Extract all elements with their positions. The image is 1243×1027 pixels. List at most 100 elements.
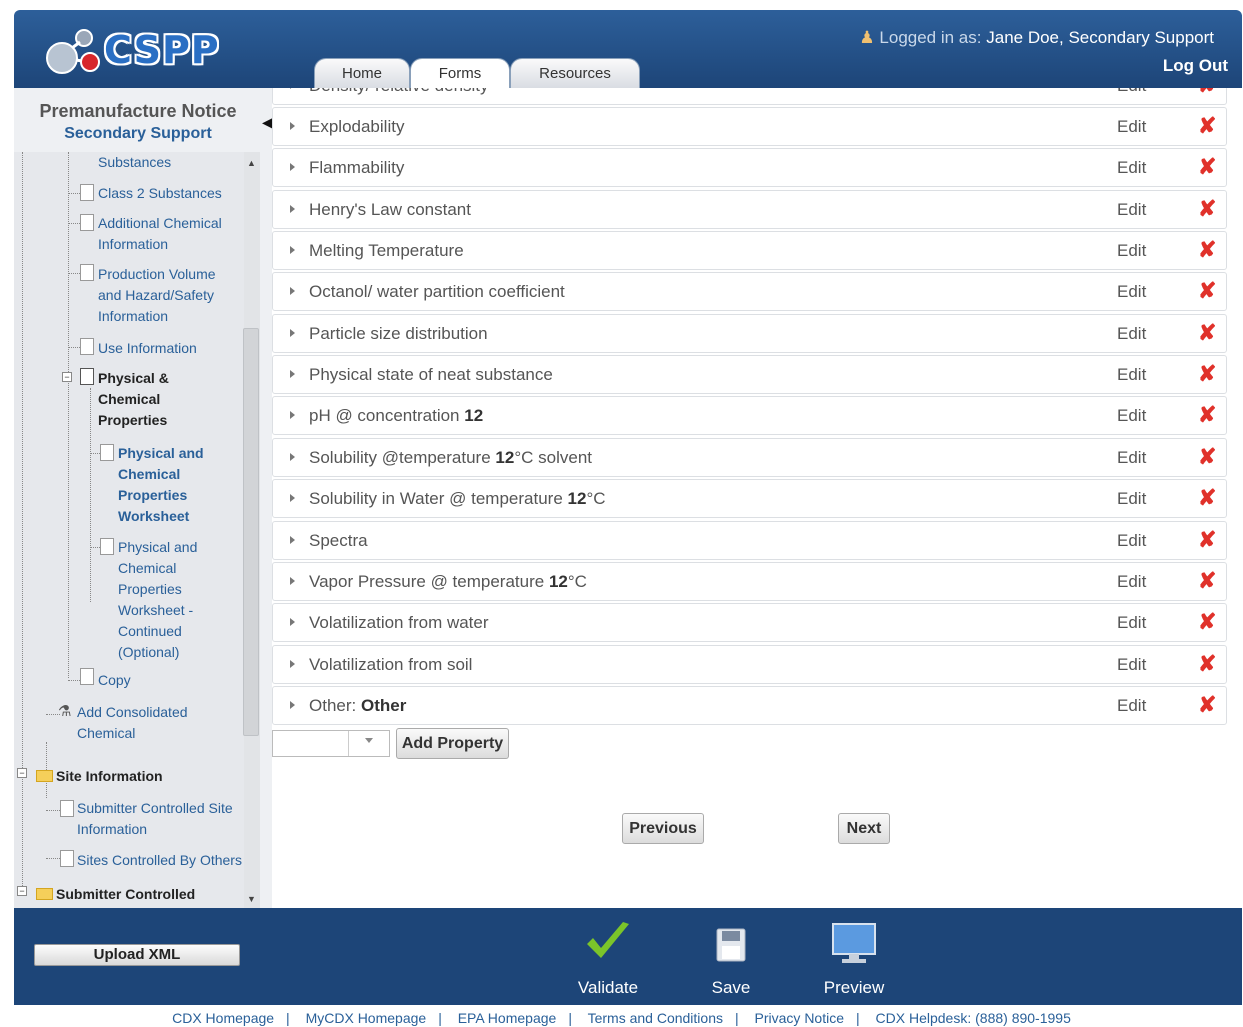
expand-icon[interactable] [290,246,295,254]
edit-link[interactable]: Edit [1117,241,1146,261]
tab-home[interactable]: Home [314,58,410,88]
link-privacy[interactable]: Privacy Notice [755,1010,844,1026]
link-terms[interactable]: Terms and Conditions [588,1010,723,1026]
previous-button[interactable]: Previous [622,813,704,844]
expand-icon[interactable] [290,163,295,171]
link-epa-homepage[interactable]: EPA Homepage [458,1010,557,1026]
property-row[interactable]: Octanol/ water partition coefficient Edit… [272,272,1227,311]
delete-icon[interactable]: ✘ [1198,363,1216,385]
expand-icon[interactable] [290,453,295,461]
property-row[interactable]: Volatilization from soil Edit ✘ [272,645,1227,684]
link-cdx-homepage[interactable]: CDX Homepage [172,1010,274,1026]
delete-icon[interactable]: ✘ [1198,322,1216,344]
tree-item-class2[interactable]: Class 2 Substances [98,183,222,204]
collapse-node-icon[interactable]: − [17,768,27,778]
tree-item-submitter-controlled[interactable]: Submitter Controlled [56,884,195,905]
expand-icon[interactable] [290,122,295,130]
preview-button[interactable]: Preview [809,914,899,1002]
tree-item-physical-chemical[interactable]: Physical & Chemical Properties [98,368,169,431]
edit-link[interactable]: Edit [1117,324,1146,344]
delete-icon[interactable]: ✘ [1198,653,1216,675]
delete-icon[interactable]: ✘ [1198,280,1216,302]
property-type-select[interactable] [272,730,390,757]
edit-link[interactable]: Edit [1117,613,1146,633]
cspp-logo[interactable]: CSPP [32,20,232,80]
edit-link[interactable]: Edit [1117,572,1146,592]
delete-icon[interactable]: ✘ [1198,446,1216,468]
tree-item-sites-controlled-by-others[interactable]: Sites Controlled By Others [77,850,242,871]
tree-item-site-information[interactable]: Site Information [56,766,163,787]
tree-item-additional-chemical[interactable]: Additional Chemical Information [98,213,222,255]
delete-icon[interactable]: ✘ [1198,404,1216,426]
property-row[interactable]: Flammability Edit ✘ [272,148,1227,187]
expand-icon[interactable] [290,411,295,419]
property-row[interactable]: Volatilization from water Edit ✘ [272,603,1227,642]
validate-button[interactable]: Validate [563,914,653,1002]
upload-xml-button[interactable]: Upload XML [34,944,240,966]
property-row[interactable]: Particle size distribution Edit ✘ [272,314,1227,353]
edit-link[interactable]: Edit [1117,489,1146,509]
link-helpdesk[interactable]: CDX Helpdesk: (888) 890-1995 [876,1010,1071,1026]
property-row[interactable]: Other: Other Edit ✘ [272,686,1227,725]
property-row[interactable]: pH @ concentration 12 Edit ✘ [272,396,1227,435]
expand-icon[interactable] [290,370,295,378]
delete-icon[interactable]: ✘ [1198,239,1216,261]
save-button[interactable]: Save [686,914,776,1002]
edit-link[interactable]: Edit [1117,88,1146,96]
collapse-node-icon[interactable]: − [62,372,72,382]
expand-icon[interactable] [290,536,295,544]
edit-link[interactable]: Edit [1117,655,1146,675]
edit-link[interactable]: Edit [1117,158,1146,178]
collapse-node-icon[interactable]: − [17,886,27,896]
edit-link[interactable]: Edit [1117,200,1146,220]
edit-link[interactable]: Edit [1117,531,1146,551]
expand-icon[interactable] [290,287,295,295]
edit-link[interactable]: Edit [1117,365,1146,385]
property-row[interactable]: Solubility @temperature 12°C solvent Edit… [272,438,1227,477]
delete-icon[interactable]: ✘ [1198,570,1216,592]
edit-link[interactable]: Edit [1117,448,1146,468]
tree-item-use-information[interactable]: Use Information [98,338,197,359]
tree-item-substances[interactable]: Substances [98,152,171,173]
delete-icon[interactable]: ✘ [1198,529,1216,551]
property-row-partial[interactable]: Density/ relative density Edit ✘ [272,88,1227,105]
property-row[interactable]: Vapor Pressure @ temperature 12°C Edit ✘ [272,562,1227,601]
tab-forms[interactable]: Forms [410,58,510,88]
expand-icon[interactable] [290,329,295,337]
expand-icon[interactable] [290,577,295,585]
logout-link[interactable]: Log Out [1163,56,1228,76]
scroll-up-icon[interactable]: ▲ [247,158,256,168]
scroll-down-icon[interactable]: ▼ [247,894,256,904]
tree-item-worksheet-continued[interactable]: Physical and Chemical Properties Worksheet … [118,537,197,663]
expand-icon[interactable] [290,660,295,668]
tree-item-production-volume[interactable]: Production Volume and Hazard/Safety Inform… [98,264,216,327]
expand-icon[interactable] [290,205,295,213]
next-button[interactable]: Next [838,813,890,844]
delete-icon[interactable]: ✘ [1198,694,1216,716]
property-row[interactable]: Henry's Law constant Edit ✘ [272,190,1227,229]
delete-icon[interactable]: ✘ [1198,198,1216,220]
delete-icon[interactable]: ✘ [1198,88,1216,96]
edit-link[interactable]: Edit [1117,696,1146,716]
expand-icon[interactable] [290,618,295,626]
tree-item-add-consolidated[interactable]: Add Consolidated Chemical [77,702,188,744]
property-row[interactable]: Solubility in Water @ temperature 12°C Ed… [272,479,1227,518]
chevron-down-icon[interactable] [365,738,373,743]
property-row[interactable]: Spectra Edit ✘ [272,521,1227,560]
add-property-button[interactable]: Add Property [396,728,509,759]
tree-item-copy[interactable]: Copy [98,670,131,691]
delete-icon[interactable]: ✘ [1198,611,1216,633]
tree-item-worksheet[interactable]: Physical and Chemical Properties Worksheet [118,443,204,527]
tab-resources[interactable]: Resources [510,58,640,88]
expand-icon[interactable] [290,701,295,709]
delete-icon[interactable]: ✘ [1198,156,1216,178]
property-row[interactable]: Physical state of neat substance Edit ✘ [272,355,1227,394]
tree-scrollbar-thumb[interactable] [243,328,259,736]
edit-link[interactable]: Edit [1117,406,1146,426]
expand-icon[interactable] [290,494,295,502]
edit-link[interactable]: Edit [1117,282,1146,302]
link-mycdx-homepage[interactable]: MyCDX Homepage [306,1010,427,1026]
tree-item-submitter-controlled-site[interactable]: Submitter Controlled Site Information [77,798,233,840]
edit-link[interactable]: Edit [1117,117,1146,137]
delete-icon[interactable]: ✘ [1198,487,1216,509]
